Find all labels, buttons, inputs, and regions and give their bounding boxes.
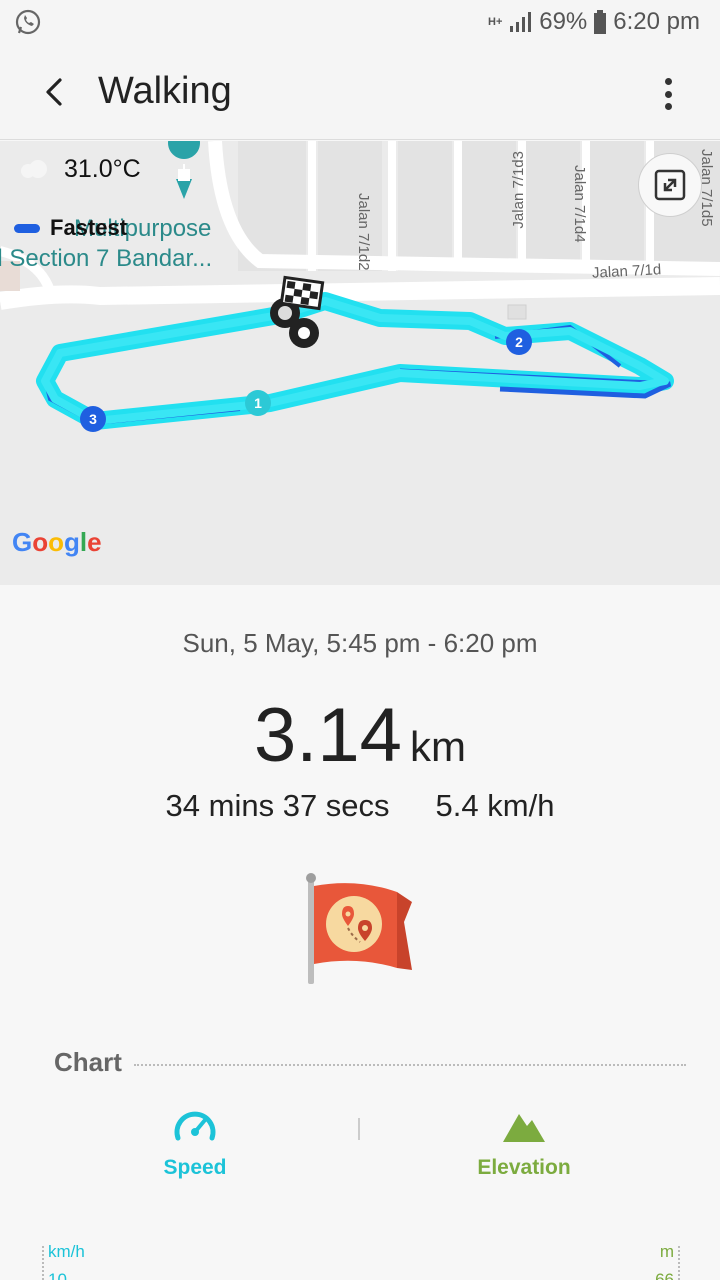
chart-tabs: Speed Elevation <box>30 1106 690 1196</box>
battery-percent: 69% <box>539 8 588 35</box>
chart-axis-left <box>42 1246 44 1280</box>
lap-marker: 1 <box>245 390 271 416</box>
google-logo: Google <box>12 527 102 557</box>
page-title: Walking <box>98 70 232 112</box>
average-speed: 5.4 km/h <box>435 788 555 823</box>
lap-marker: 3 <box>80 406 106 432</box>
elevation-axis-unit: m <box>659 1242 674 1261</box>
whatsapp-icon <box>14 8 42 36</box>
network-type: H+ <box>488 16 503 28</box>
tab-speed-label: Speed <box>163 1156 227 1179</box>
expand-icon <box>654 169 686 201</box>
status-bar: H+ 69% 6:20 pm <box>0 0 720 44</box>
route-map[interactable]: 31.0°C Multipurpose ll Section 7 Bandar.… <box>0 141 720 585</box>
chart-axis-right <box>678 1246 680 1280</box>
distance: 3.14 km <box>0 692 720 779</box>
more-vert-icon[interactable] <box>656 74 680 114</box>
elevation-axis-tick: 66 <box>655 1270 674 1280</box>
tab-elevation-label: Elevation <box>477 1156 571 1179</box>
app-bar: Walking <box>0 44 720 140</box>
chart-title: Chart <box>54 1046 122 1077</box>
distance-unit: km <box>409 723 466 770</box>
battery-icon <box>594 10 607 34</box>
street-label: Jalan 7/1d <box>591 261 662 282</box>
speed-axis-unit: km/h <box>48 1242 85 1261</box>
lap-marker: 2 <box>506 329 532 355</box>
status-icons: H+ 69% 6:20 pm <box>487 6 700 38</box>
distance-value: 3.14 <box>254 693 402 778</box>
speedometer-icon <box>174 1111 216 1141</box>
street-label: Jalan 7/1d4 <box>571 165 588 243</box>
signal-icon <box>510 12 532 32</box>
back-arrow-icon[interactable] <box>36 70 76 114</box>
temperature: 31.0°C <box>64 155 141 183</box>
legend-label: Fastest <box>50 215 128 240</box>
divider <box>358 1118 360 1140</box>
poi-label-secondary: ll Section 7 Bandar... <box>0 245 213 272</box>
street-label: Jalan 7/1d3 <box>510 151 527 229</box>
workout-date: Sun, 5 May, 5:45 pm - 6:20 pm <box>182 628 538 658</box>
tab-elevation[interactable]: Elevation <box>424 1106 624 1196</box>
legend-swatch <box>14 223 40 233</box>
street-label: Jalan 7/1d2 <box>355 193 372 271</box>
route-flag-badge-icon[interactable] <box>302 872 418 988</box>
route-legend: Fastest <box>14 215 127 241</box>
tab-speed[interactable]: Speed <box>95 1106 295 1196</box>
divider <box>133 1064 686 1066</box>
duration: 34 mins 37 secs <box>165 788 390 823</box>
expand-map-button[interactable] <box>638 153 702 217</box>
chart-section-header: Chart <box>54 1044 686 1080</box>
speed-axis-tick: 10 <box>48 1270 67 1280</box>
workout-stats: 34 mins 37 secs 5.4 km/h <box>0 788 720 824</box>
clock: 6:20 pm <box>613 8 700 35</box>
mountain-icon <box>503 1114 545 1142</box>
